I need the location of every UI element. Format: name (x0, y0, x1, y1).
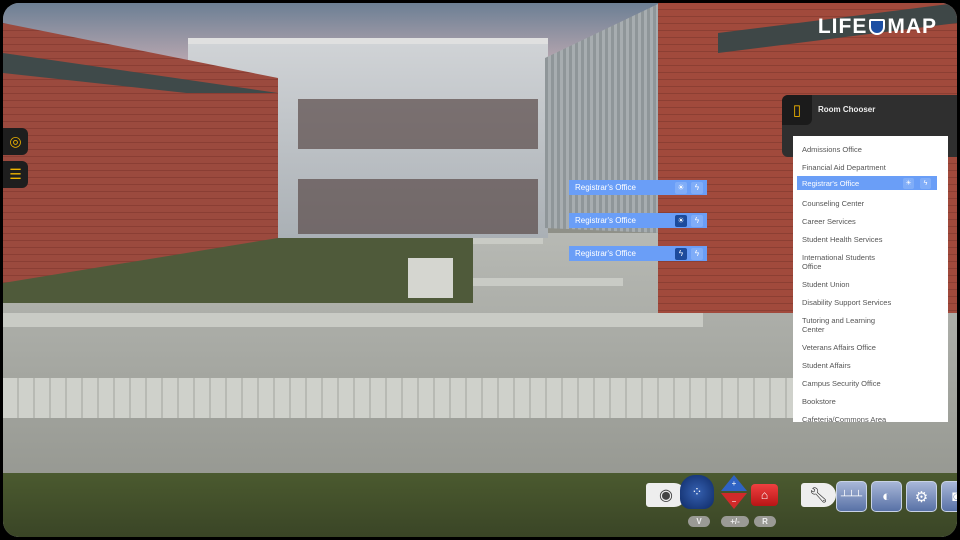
settings-icon: ⚙ (914, 488, 929, 506)
room-tag[interactable]: Registrar's Office ☀ ϟ (569, 180, 707, 195)
shield-icon (869, 19, 886, 35)
list-item[interactable]: Career Services (793, 212, 933, 230)
list-item[interactable]: Student Health Services (793, 230, 933, 248)
bolt-icon[interactable]: ϟ (691, 247, 703, 260)
contrast-icon: ◐ (881, 488, 892, 505)
sun-icon[interactable]: ☀ (903, 177, 914, 189)
locate-button[interactable]: ◎ (3, 128, 28, 155)
list-item-selected[interactable]: Registrar's Office ☀ ϟ (797, 176, 937, 190)
list-icon: ☰ (9, 166, 22, 182)
eye-icon: ◉ (659, 487, 673, 504)
list-item[interactable]: Counseling Center (793, 194, 933, 212)
list-item[interactable]: Veterans Affairs Office (793, 338, 933, 356)
sun-icon[interactable]: ☀ (675, 181, 687, 194)
wrench-icon: 🔧︎ (808, 487, 829, 504)
view-mode-button[interactable]: ⁘ (680, 475, 714, 509)
settings-button[interactable]: ⚙ (906, 481, 937, 512)
locate-icon: ◎ (9, 133, 22, 149)
lifemap-logo: LIFE MAP (817, 15, 937, 38)
tools-button[interactable]: 🔧︎ (801, 483, 836, 507)
bolt-icon[interactable]: ϟ (691, 181, 703, 194)
reset-key-hint: R (754, 516, 776, 527)
list-item[interactable]: Bookstore (793, 392, 933, 410)
room-tag-label: Registrar's Office (575, 216, 636, 225)
room-tag-label: Registrar's Office (575, 183, 636, 192)
ruler-button[interactable]: ┴┴┴ (836, 481, 867, 512)
list-item[interactable]: Tutoring and Learning Center (793, 311, 883, 338)
home-button[interactable]: ⌂ (751, 484, 778, 506)
list-item[interactable]: International Students Office (793, 248, 883, 275)
room-tag[interactable]: Registrar's Office ϟ ϟ (569, 246, 707, 261)
zoom-key-hint: +/- (721, 516, 749, 527)
room-tag[interactable]: Registrar's Office ☀ ϟ (569, 213, 707, 228)
contrast-button[interactable]: ◐ (871, 481, 902, 512)
bolt-icon[interactable]: ϟ (920, 177, 931, 189)
room-list[interactable]: Admissions Office Financial Aid Departme… (793, 136, 948, 422)
list-item[interactable]: Admissions Office (793, 140, 933, 158)
room-chooser-title: Room Chooser (818, 105, 876, 114)
list-item[interactable]: Financial Aid Department (793, 158, 933, 176)
3d-viewport[interactable]: LIFE MAP ◎ ☰ Registrar's Office ☀ ϟ Registr… (3, 3, 957, 537)
ruler-icon: ┴┴┴ (840, 491, 863, 502)
paving-stripe (3, 313, 703, 327)
list-item-label: Registrar's Office (802, 178, 860, 188)
view-mode-icon: ⁘ (691, 484, 703, 499)
list-item[interactable]: Cafeteria/Commons Area (793, 410, 933, 423)
view-key-hint: V (688, 516, 710, 527)
door-icon: ▯ (782, 95, 812, 125)
list-item[interactable]: Student Union (793, 275, 933, 293)
room-tag-label: Registrar's Office (575, 249, 636, 258)
list-item[interactable]: Student Affairs (793, 356, 933, 374)
bolt-icon[interactable]: ϟ (691, 214, 703, 227)
list-item[interactable]: Campus Security Office (793, 374, 933, 392)
zoom-out-icon: − (731, 496, 737, 506)
paving-stripe (463, 278, 623, 286)
camera-icon: ◙ (951, 488, 957, 505)
list-item[interactable]: Disability Support Services (793, 293, 933, 311)
sun-icon[interactable]: ☀ (675, 214, 687, 227)
bolt-icon[interactable]: ϟ (675, 247, 687, 260)
bench (408, 258, 453, 298)
home-icon: ⌂ (760, 488, 769, 502)
zoom-in-icon: + (731, 478, 737, 488)
paving-stripe (3, 378, 803, 418)
camera-button[interactable]: ◙ (941, 481, 957, 512)
list-button[interactable]: ☰ (3, 161, 28, 188)
